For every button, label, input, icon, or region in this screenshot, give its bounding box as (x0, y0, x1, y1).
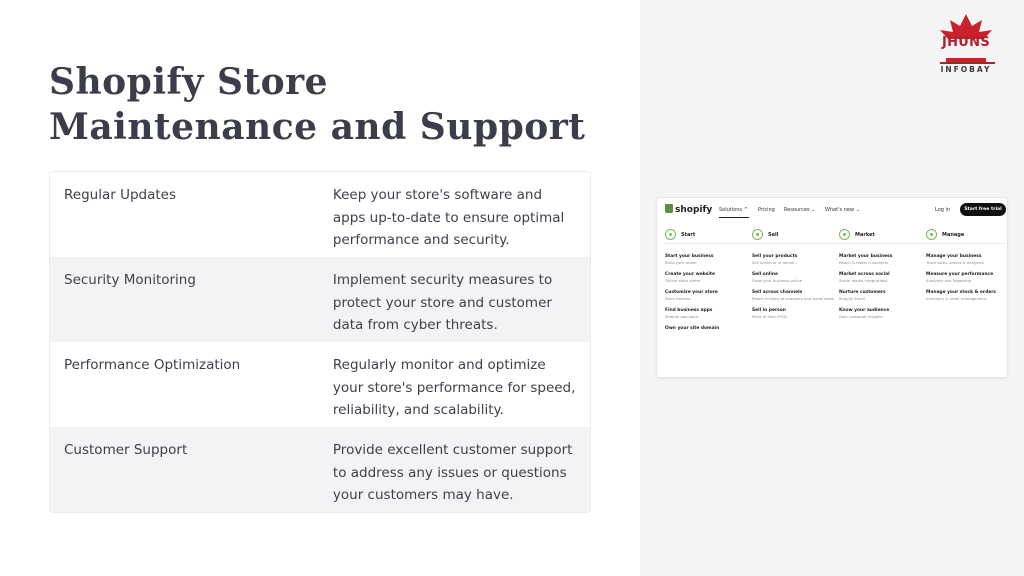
table-row: Performance Optimization Regularly monit… (50, 342, 590, 427)
logo-divider (940, 62, 995, 64)
table-row: Security Monitoring Implement security m… (50, 257, 590, 342)
nav-login: Log in (935, 207, 951, 213)
row-label: Performance Optimization (64, 357, 241, 373)
page-title: Shopify Store Maintenance and Support (49, 61, 586, 148)
shopify-menu-screenshot: shopify Solutions ^ Pricing Resources ⌄ … (656, 197, 1008, 378)
sell-icon (752, 229, 763, 240)
table-row: Regular Updates Keep your store's softwa… (50, 172, 590, 257)
shopify-brand: shopify (665, 204, 712, 215)
nav-active-underline (719, 217, 749, 218)
nav-pricing: Pricing (758, 207, 775, 213)
menu-column-market: Market Market your business Reach & retai… (839, 228, 925, 326)
row-description: Implement security measures to protect y… (332, 272, 553, 333)
shopify-bag-icon (665, 204, 673, 213)
nav-whats-new: What's new ⌄ (825, 207, 860, 213)
row-label: Regular Updates (64, 187, 176, 203)
nav-resources: Resources ⌄ (784, 207, 816, 213)
shopify-nav: shopify Solutions ^ Pricing Resources ⌄ … (657, 198, 1007, 222)
manage-icon (926, 229, 937, 240)
menu-column-start: Start Start your business Build your bran… (665, 228, 751, 339)
table-row: Customer Support Provide excellent custo… (50, 427, 590, 512)
start-icon (665, 229, 676, 240)
maintenance-table: Regular Updates Keep your store's softwa… (49, 171, 591, 513)
row-description: Provide excellent customer support to ad… (332, 442, 573, 503)
market-icon (839, 229, 850, 240)
row-description: Keep your store's software and apps up-t… (332, 187, 565, 248)
start-free-trial-button: Start free trial (960, 203, 1006, 216)
nav-solutions: Solutions ^ (719, 207, 748, 213)
logo-subtitle: INFOBAY (940, 65, 992, 74)
row-label: Security Monitoring (64, 272, 196, 288)
menu-column-sell: Sell Sell your products Sell online or in… (752, 228, 838, 326)
logo-name: JHUNS (941, 35, 990, 50)
menu-column-manage: Manage Manage your business Track sales, … (926, 228, 1006, 308)
row-description: Regularly monitor and optimize your stor… (332, 357, 576, 418)
row-label: Customer Support (64, 442, 188, 458)
